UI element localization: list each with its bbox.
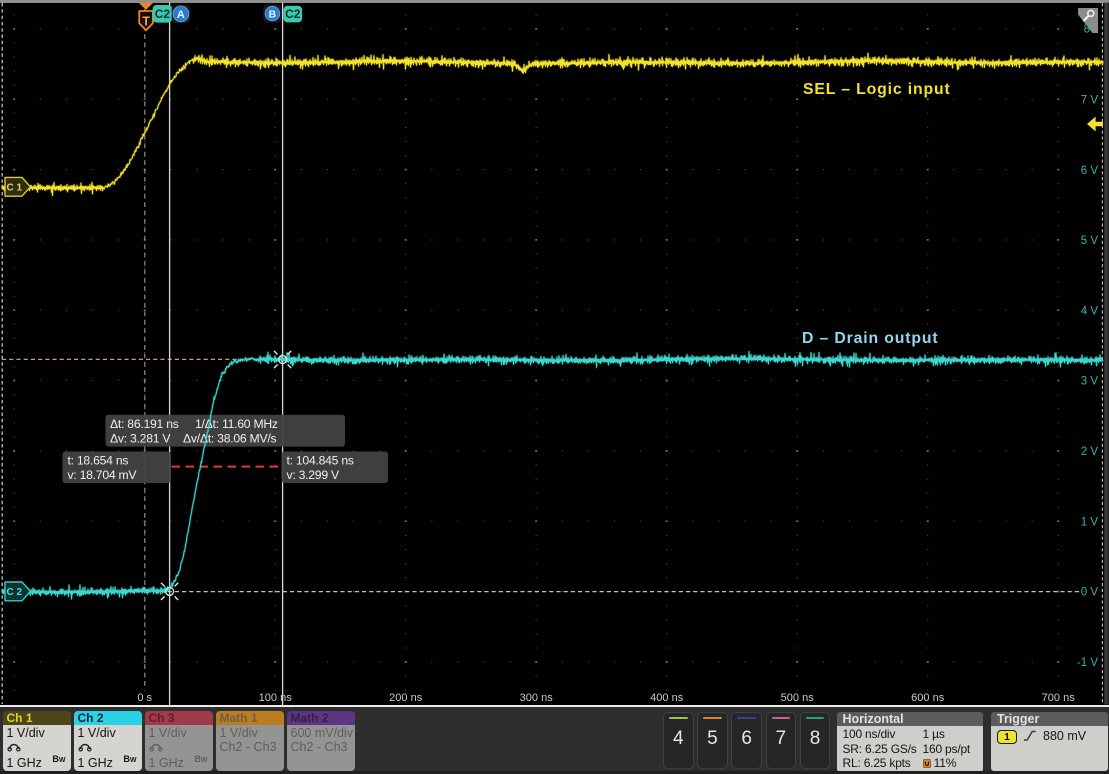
svg-text:Δv/Δt: 38.06 MV/s: Δv/Δt: 38.06 MV/s xyxy=(183,432,276,446)
svg-text:T: T xyxy=(142,14,150,28)
svg-text:v: 18.704 mV: v: 18.704 mV xyxy=(68,468,138,482)
svg-text:B: B xyxy=(269,9,277,21)
svg-text:400 ns: 400 ns xyxy=(650,692,684,704)
svg-text:C 1: C 1 xyxy=(7,182,23,193)
svg-text:SEL – Logic input: SEL – Logic input xyxy=(803,81,951,98)
svg-text:2 V: 2 V xyxy=(1081,446,1099,458)
svg-text:C2: C2 xyxy=(155,7,171,21)
svg-text:v: 3.299 V: v: 3.299 V xyxy=(287,468,341,482)
svg-text:300 ns: 300 ns xyxy=(520,692,554,704)
svg-text:C 2: C 2 xyxy=(7,587,23,598)
svg-text:4 V: 4 V xyxy=(1081,305,1099,317)
svg-text:1 V: 1 V xyxy=(1081,516,1099,528)
svg-text:600 ns: 600 ns xyxy=(911,692,945,704)
svg-text:t: 104.845 ns: t: 104.845 ns xyxy=(287,454,354,468)
svg-text:8: 8 xyxy=(1084,24,1090,36)
svg-text:0 V: 0 V xyxy=(1081,587,1099,599)
svg-text:100 ns: 100 ns xyxy=(259,692,293,704)
svg-text:5 V: 5 V xyxy=(1081,235,1099,247)
svg-text:t: 18.654 ns: t: 18.654 ns xyxy=(68,454,129,468)
svg-text:Δt: 86.191 ns: Δt: 86.191 ns xyxy=(110,417,179,431)
svg-text:3 V: 3 V xyxy=(1081,376,1099,388)
svg-text:0 s: 0 s xyxy=(137,692,152,704)
svg-text:Δv: 3.281 V: Δv: 3.281 V xyxy=(110,432,171,446)
svg-text:6 V: 6 V xyxy=(1081,165,1099,177)
svg-text:C2: C2 xyxy=(285,7,301,21)
svg-text:7 V: 7 V xyxy=(1081,94,1099,106)
svg-text:D – Drain output: D – Drain output xyxy=(802,330,938,347)
svg-text:-1 V: -1 V xyxy=(1077,657,1098,669)
svg-text:700 ns: 700 ns xyxy=(1042,692,1076,704)
svg-text:500 ns: 500 ns xyxy=(781,692,815,704)
svg-text:200 ns: 200 ns xyxy=(389,692,423,704)
svg-text:A: A xyxy=(177,9,185,21)
